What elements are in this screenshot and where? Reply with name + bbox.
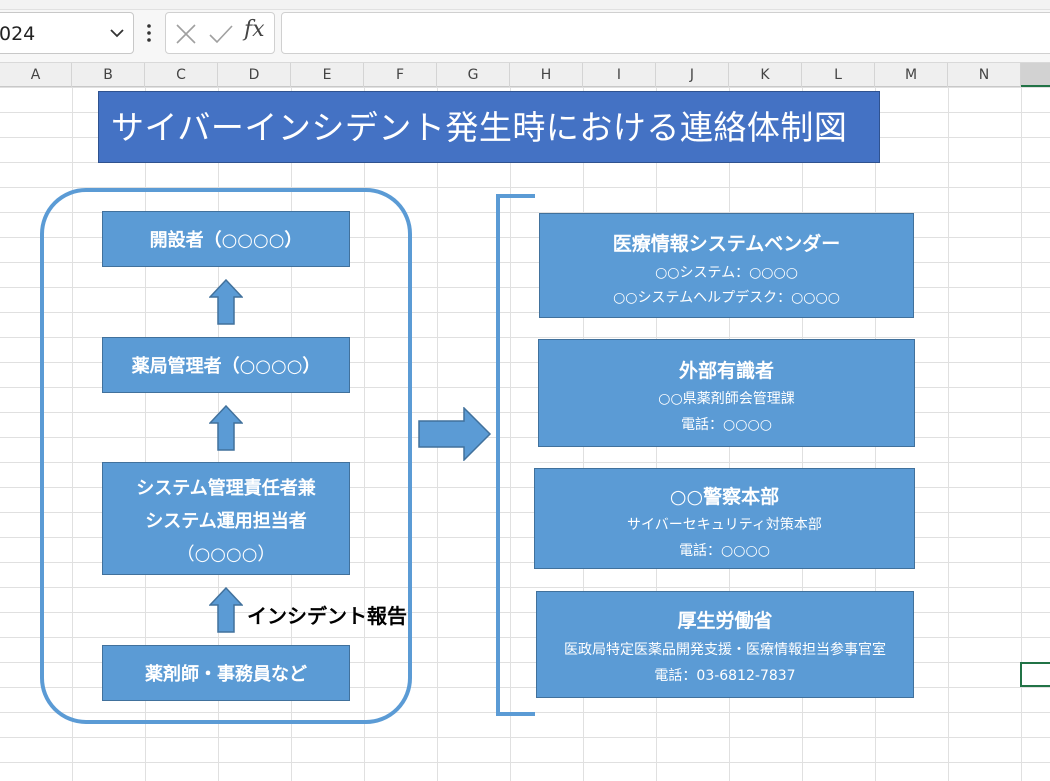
box-staff[interactable]: 薬剤師・事務員など <box>102 645 350 701</box>
contact-detail: サイバーセキュリティ対策本部 <box>627 517 822 533</box>
contact-name: 医療情報システムベンダー <box>612 233 841 255</box>
diagram-title-box[interactable]: サイバーインシデント発生時における連絡体制図 <box>98 91 880 163</box>
up-arrow-icon[interactable] <box>209 405 243 451</box>
contact-police[interactable]: ○○警察本部 サイバーセキュリティ対策本部 電話：○○○○ <box>534 468 915 569</box>
column-header-l[interactable]: L <box>802 63 875 87</box>
name-box[interactable]: 024 <box>0 12 134 54</box>
contact-vendor[interactable]: 医療情報システムベンダー ○○システム：○○○○ ○○システムヘルプデスク：○○… <box>539 213 914 318</box>
column-header-e[interactable]: E <box>291 63 364 87</box>
cancel-icon[interactable] <box>174 22 198 46</box>
box-pharmacy-manager-label: 薬局管理者（○○○○） <box>131 356 321 377</box>
window-top-strip <box>0 0 1050 10</box>
box-owner[interactable]: 開設者（○○○○） <box>102 211 350 267</box>
column-header-h[interactable]: H <box>510 63 583 87</box>
enter-icon[interactable] <box>208 22 234 46</box>
box-pharmacy-manager[interactable]: 薬局管理者（○○○○） <box>102 337 350 393</box>
column-header-n[interactable]: N <box>948 63 1021 87</box>
name-box-value: 024 <box>0 23 36 45</box>
contact-detail: ○○県薬剤師会管理課 <box>658 391 795 407</box>
right-arrow-icon[interactable] <box>418 407 492 461</box>
contact-detail: ○○システム：○○○○ <box>655 265 798 281</box>
formula-buttons: fx <box>165 12 275 54</box>
contact-name: 厚生労働省 <box>677 610 773 632</box>
contact-detail: ○○システムヘルプデスク：○○○○ <box>613 290 840 306</box>
column-header-j[interactable]: J <box>656 63 729 87</box>
contact-detail: 電話：○○○○ <box>681 417 772 433</box>
contact-mhlw[interactable]: 厚生労働省 医政局特定医薬品開発支援・医療情報担当参事官室 電話：03-6812… <box>536 591 914 698</box>
box-staff-label: 薬剤師・事務員など <box>145 664 307 685</box>
contact-detail: 医政局特定医薬品開発支援・医療情報担当参事官室 <box>564 642 886 658</box>
column-header-k[interactable]: K <box>729 63 802 87</box>
column-header-m[interactable]: M <box>875 63 948 87</box>
contact-expert[interactable]: 外部有識者 ○○県薬剤師会管理課 電話：○○○○ <box>538 339 915 447</box>
active-cell[interactable] <box>1020 662 1050 687</box>
box-system-admin-line1: システム管理責任者兼 <box>136 478 316 499</box>
column-header-d[interactable]: D <box>218 63 291 87</box>
column-header-selected[interactable] <box>1021 63 1050 87</box>
column-header-a[interactable]: A <box>0 63 72 87</box>
more-options-icon[interactable] <box>145 21 153 45</box>
incident-report-label[interactable]: インシデント報告 <box>247 600 407 629</box>
chevron-down-icon[interactable] <box>109 25 125 41</box>
box-system-admin-line3: （○○○○） <box>176 544 276 565</box>
contacts-bracket[interactable] <box>495 194 537 716</box>
column-header-i[interactable]: I <box>583 63 656 87</box>
function-icon[interactable]: fx <box>244 17 265 42</box>
box-system-admin[interactable]: システム管理責任者兼 システム運用担当者 （○○○○） <box>102 462 350 575</box>
up-arrow-icon[interactable] <box>209 587 243 633</box>
column-header-f[interactable]: F <box>364 63 437 87</box>
up-arrow-icon[interactable] <box>209 279 243 325</box>
column-header-g[interactable]: G <box>437 63 510 87</box>
column-header-bar: A B C D E F G H I J K L M N <box>0 62 1050 87</box>
column-header-b[interactable]: B <box>72 63 145 87</box>
contact-name: ○○警察本部 <box>669 486 780 508</box>
column-header-c[interactable]: C <box>145 63 218 87</box>
contact-detail: 電話：03-6812-7837 <box>654 668 796 684</box>
box-system-admin-line2: システム運用担当者 <box>145 511 307 532</box>
formula-input[interactable] <box>281 12 1050 54</box>
contact-detail: 電話：○○○○ <box>679 543 770 559</box>
contact-name: 外部有識者 <box>678 360 774 382</box>
box-owner-label: 開設者（○○○○） <box>149 230 303 251</box>
diagram-title: サイバーインシデント発生時における連絡体制図 <box>111 108 848 147</box>
internal-chain-frame[interactable] <box>40 188 412 724</box>
